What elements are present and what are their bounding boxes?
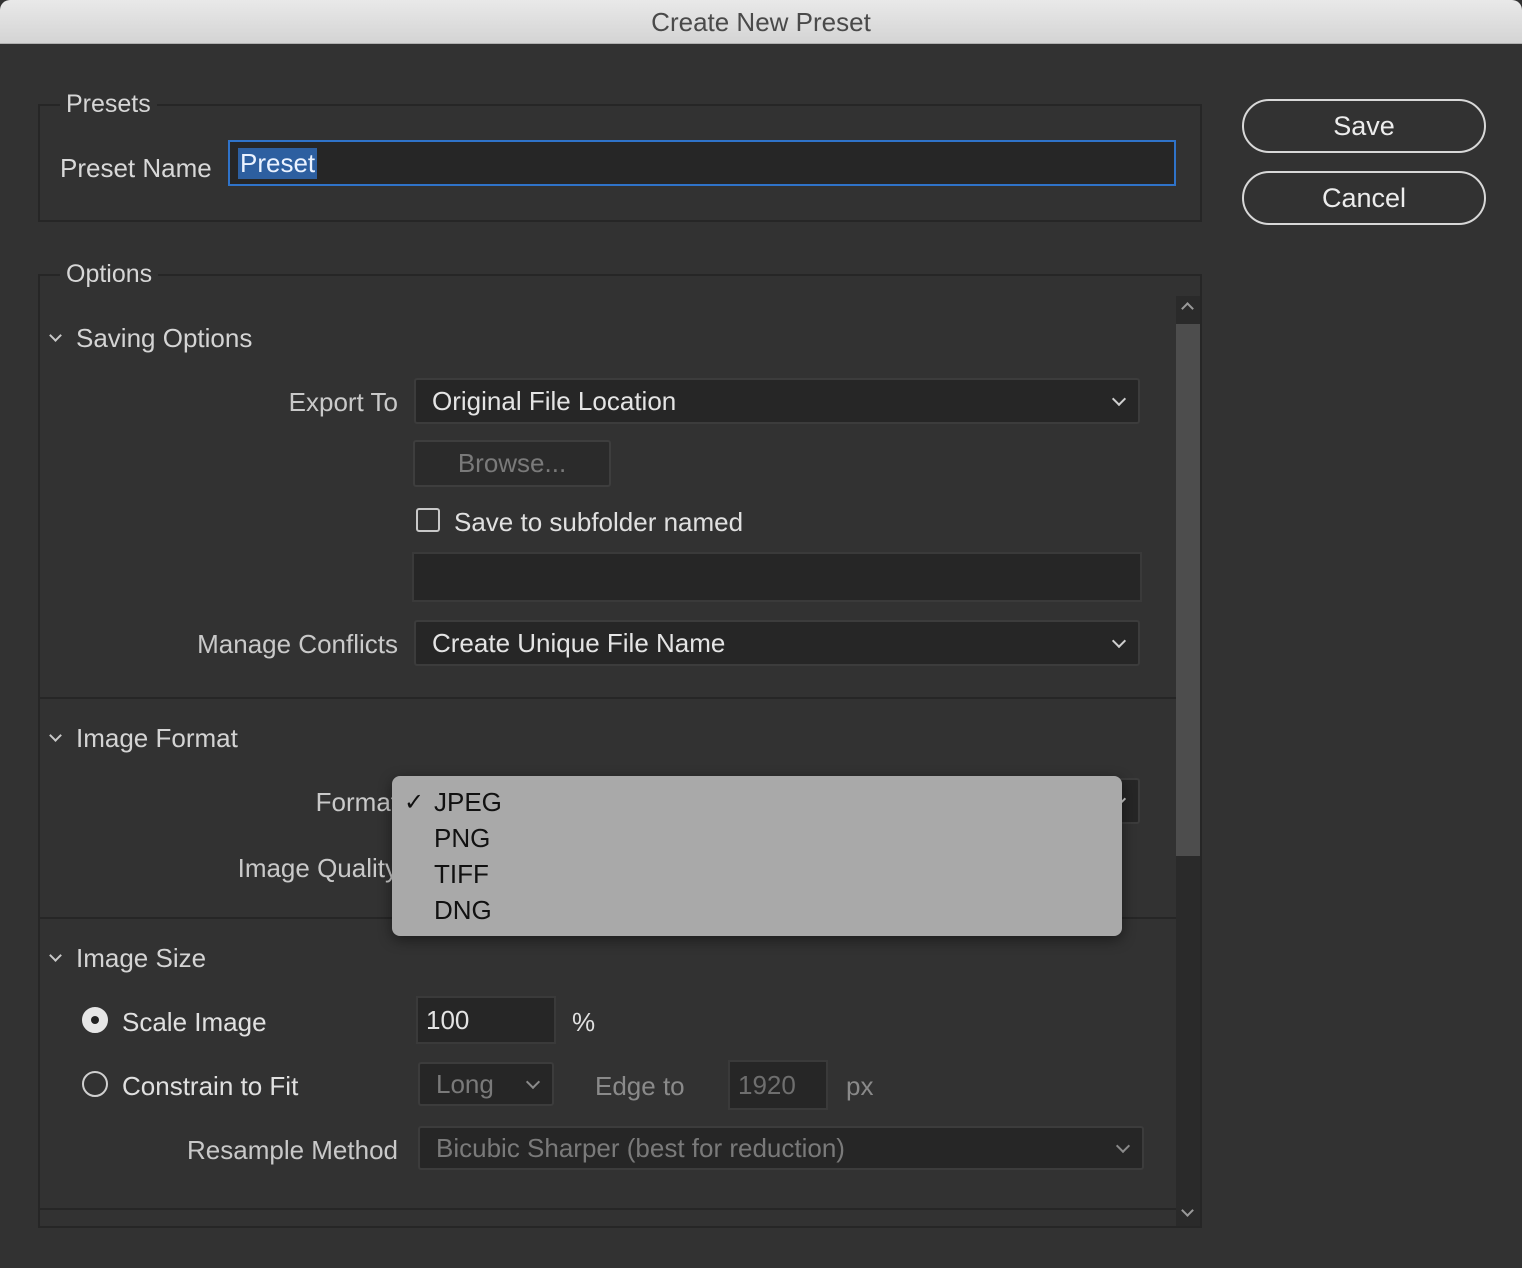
- format-option-dng[interactable]: DNG: [434, 895, 492, 926]
- chevron-down-icon: [1111, 633, 1127, 649]
- edge-unit: px: [846, 1071, 874, 1101]
- format-label: Format: [315, 787, 398, 817]
- chevron-down-icon: [1111, 391, 1127, 407]
- constrain-label[interactable]: Constrain to Fit: [122, 1071, 298, 1102]
- save-button[interactable]: Save: [1242, 99, 1486, 153]
- preset-name-label: Preset Name: [60, 153, 212, 183]
- manage-conflicts-label: Manage Conflicts: [197, 629, 398, 659]
- format-option-tiff[interactable]: TIFF: [434, 859, 489, 890]
- saving-options-title[interactable]: Saving Options: [76, 323, 252, 354]
- section-divider: [40, 697, 1176, 699]
- preset-name-input[interactable]: Preset: [228, 140, 1176, 186]
- resample-label: Resample Method: [187, 1135, 398, 1165]
- format-option-png[interactable]: PNG: [434, 823, 490, 854]
- subfolder-checkbox[interactable]: [416, 508, 440, 532]
- preset-name-value: Preset: [238, 147, 318, 179]
- resample-select[interactable]: Bicubic Sharper (best for reduction): [418, 1126, 1144, 1170]
- options-scrollbar-thumb[interactable]: [1176, 324, 1200, 856]
- edge-to-label: Edge to: [595, 1071, 685, 1101]
- manage-conflicts-select[interactable]: Create Unique File Name: [414, 620, 1140, 666]
- export-to-label: Export To: [288, 387, 398, 417]
- checkmark-icon: ✓: [404, 789, 425, 816]
- edge-input[interactable]: 1920: [728, 1060, 828, 1110]
- scale-unit: %: [572, 1007, 596, 1037]
- subfolder-label[interactable]: Save to subfolder named: [454, 507, 743, 538]
- edge-select[interactable]: Long: [418, 1062, 554, 1106]
- subfolder-name-input[interactable]: [412, 552, 1142, 602]
- format-dropdown-menu: ✓ JPEG PNG TIFF DNG: [392, 776, 1122, 936]
- window-title: Create New Preset: [0, 0, 1522, 44]
- resample-value: Bicubic Sharper (best for reduction): [436, 1132, 845, 1163]
- scale-image-label[interactable]: Scale Image: [122, 1007, 267, 1038]
- browse-button[interactable]: Browse...: [413, 440, 611, 487]
- edge-select-value: Long: [436, 1068, 494, 1099]
- format-option-jpeg[interactable]: JPEG: [434, 787, 502, 818]
- export-to-value: Original File Location: [432, 385, 677, 416]
- scale-input[interactable]: 100: [416, 996, 556, 1044]
- presets-group-title: Presets: [60, 90, 157, 119]
- manage-conflicts-value: Create Unique File Name: [432, 627, 726, 658]
- section-divider: [40, 1208, 1176, 1210]
- scale-image-radio[interactable]: [82, 1007, 108, 1033]
- constrain-radio[interactable]: [82, 1071, 108, 1097]
- image-size-title[interactable]: Image Size: [76, 943, 206, 974]
- cancel-button[interactable]: Cancel: [1242, 171, 1486, 225]
- options-group-title: Options: [60, 260, 159, 289]
- export-to-select[interactable]: Original File Location: [414, 378, 1140, 424]
- image-quality-label: Image Quality: [237, 853, 398, 883]
- chevron-down-icon: [1115, 1138, 1131, 1154]
- chevron-down-icon: [525, 1074, 541, 1090]
- image-format-title[interactable]: Image Format: [76, 723, 238, 754]
